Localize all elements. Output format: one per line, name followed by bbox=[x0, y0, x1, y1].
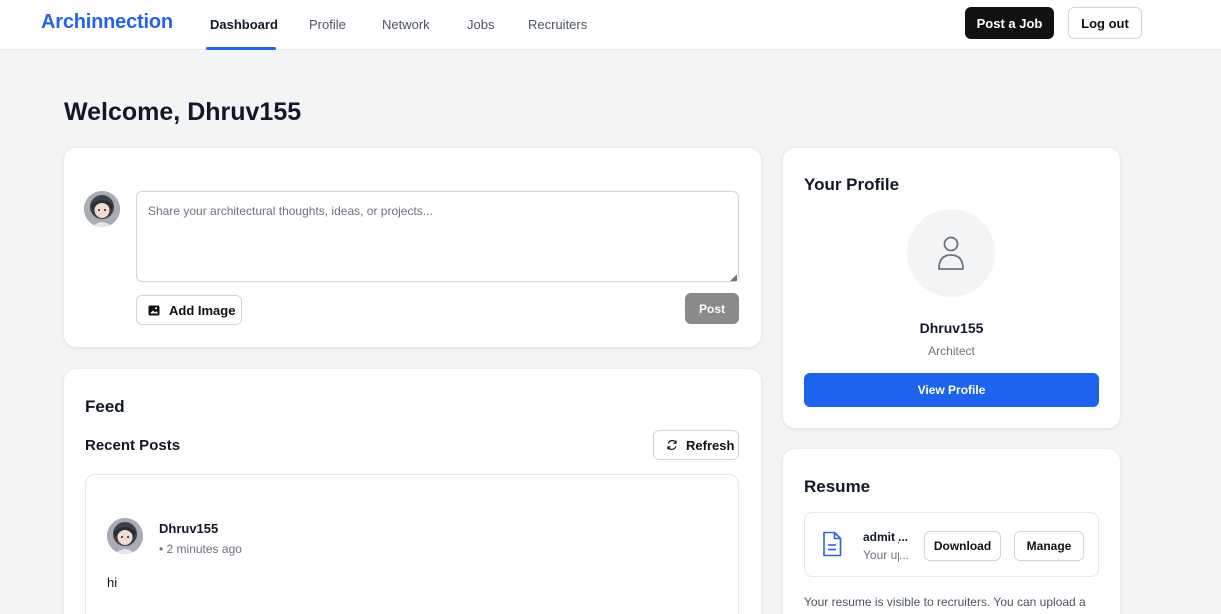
resume-file-name: admit je bbox=[863, 530, 899, 544]
profile-role: Architect bbox=[928, 344, 975, 358]
user-avatar bbox=[84, 191, 120, 227]
nav-jobs[interactable]: Jobs bbox=[467, 17, 494, 32]
page-title: Welcome, Dhruv155 bbox=[64, 98, 302, 126]
user-icon bbox=[938, 236, 964, 270]
resume-file-item: admit je ... Your upl ... Download Manag… bbox=[804, 512, 1099, 577]
nav-recruiters[interactable]: Recruiters bbox=[528, 17, 587, 32]
post-author-avatar[interactable] bbox=[107, 518, 143, 554]
document-icon bbox=[823, 531, 842, 557]
nav-network[interactable]: Network bbox=[382, 17, 430, 32]
resume-heading: Resume bbox=[804, 477, 871, 496]
nav-dashboard[interactable]: Dashboard bbox=[210, 17, 278, 32]
add-image-button[interactable]: Add Image bbox=[136, 295, 242, 325]
profile-heading: Your Profile bbox=[804, 175, 900, 194]
view-profile-button[interactable]: View Profile bbox=[804, 373, 1099, 407]
add-image-label: Add Image bbox=[169, 302, 236, 318]
post-timestamp: • 2 minutes ago bbox=[159, 542, 242, 556]
post-author-name[interactable]: Dhruv155 bbox=[159, 521, 218, 536]
post-text-input[interactable] bbox=[136, 191, 739, 282]
file-name-ellipsis: ... bbox=[898, 530, 909, 544]
post-job-button[interactable]: Post a Job bbox=[965, 7, 1054, 39]
feed-heading: Feed bbox=[85, 397, 125, 416]
feed-card: Feed Recent Posts Refresh Dhruv155 • 2 m… bbox=[64, 369, 761, 614]
resume-visibility-note: Your resume is visible to recruiters. Yo… bbox=[804, 595, 1086, 609]
file-subtitle-ellipsis: ... bbox=[899, 548, 910, 562]
profile-name: Dhruv155 bbox=[919, 320, 984, 336]
post-item: Dhruv155 • 2 minutes ago hi bbox=[85, 474, 739, 614]
brand-logo[interactable]: Archinnection bbox=[41, 11, 173, 34]
profile-avatar bbox=[907, 209, 995, 297]
image-icon bbox=[148, 305, 160, 315]
profile-card: Your Profile Dhruv155 Architect View Pro… bbox=[783, 148, 1120, 428]
manage-resume-button[interactable]: Manage bbox=[1014, 531, 1084, 561]
resume-file-subtitle: Your upl bbox=[863, 548, 899, 562]
refresh-button[interactable]: Refresh bbox=[653, 430, 739, 460]
resize-handle-icon[interactable]: ◢ bbox=[730, 272, 737, 283]
logout-button[interactable]: Log out bbox=[1068, 7, 1142, 39]
refresh-label: Refresh bbox=[686, 437, 735, 453]
top-navbar: Archinnection Dashboard Profile Network … bbox=[0, 0, 1221, 50]
post-composer-card: ◢ Add Image Post bbox=[64, 148, 761, 347]
post-content: hi bbox=[107, 575, 118, 590]
nav-profile[interactable]: Profile bbox=[309, 17, 346, 32]
post-button[interactable]: Post bbox=[685, 293, 739, 324]
resume-card: Resume admit je ... Your upl ... Downloa… bbox=[783, 449, 1120, 614]
download-resume-button[interactable]: Download bbox=[924, 531, 1001, 561]
recent-posts-heading: Recent Posts bbox=[85, 437, 181, 454]
refresh-icon bbox=[667, 439, 677, 451]
active-nav-indicator bbox=[206, 47, 276, 50]
